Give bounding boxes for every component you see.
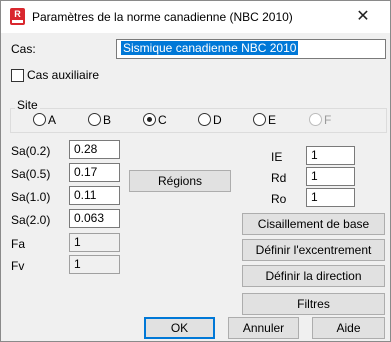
sa-0-2-label: Sa(0.2) <box>11 144 51 158</box>
fv-value: 1 <box>69 255 120 274</box>
sa-0-5-label: Sa(0.5) <box>11 167 51 181</box>
ro-label: Ro <box>271 192 287 206</box>
radio-selected-dot <box>147 117 152 122</box>
filters-button[interactable]: Filtres <box>242 293 385 315</box>
site-radio-d-label: D <box>213 113 222 127</box>
sa-2-0-input[interactable]: 0.063 <box>69 209 120 228</box>
app-logo-icon: R <box>10 8 25 25</box>
aux-case-checkbox[interactable] <box>11 69 24 82</box>
sa-1-0-label: Sa(1.0) <box>11 190 51 204</box>
site-group-label: Site <box>15 98 40 112</box>
regions-button[interactable]: Régions <box>129 170 231 192</box>
base-shear-button[interactable]: Cisaillement de base <box>242 213 385 235</box>
define-eccentricity-button[interactable]: Définir l'excentrement <box>242 239 385 261</box>
ro-input[interactable]: 1 <box>306 188 355 207</box>
case-name-value: Sismique canadienne NBC 2010 <box>121 41 299 55</box>
site-radio-f-label: F <box>324 113 332 127</box>
site-radio-f <box>309 113 322 126</box>
ok-button[interactable]: OK <box>144 317 215 339</box>
sa-0-5-input[interactable]: 0.17 <box>69 163 120 182</box>
site-radio-b[interactable] <box>88 113 101 126</box>
close-icon[interactable]: ✕ <box>353 7 373 27</box>
title-bar: R Paramètres de la norme canadienne (NBC… <box>1 1 390 33</box>
rd-input[interactable]: 1 <box>306 167 355 186</box>
site-radio-b-label: B <box>103 113 112 127</box>
cancel-button[interactable]: Annuler <box>228 317 299 339</box>
define-direction-button[interactable]: Définir la direction <box>242 265 385 287</box>
site-radio-c[interactable] <box>143 113 156 126</box>
site-radio-e-label: E <box>268 113 277 127</box>
fa-value: 1 <box>69 233 120 252</box>
window-title: Paramètres de la norme canadienne (NBC 2… <box>32 10 293 24</box>
site-radio-a-label: A <box>48 113 57 127</box>
ie-input[interactable]: 1 <box>306 146 355 165</box>
site-radio-c-label: C <box>158 113 167 127</box>
sa-0-2-input[interactable]: 0.28 <box>69 140 120 159</box>
fa-label: Fa <box>11 237 26 251</box>
sa-1-0-input[interactable]: 0.11 <box>69 186 120 205</box>
case-name-field[interactable]: Sismique canadienne NBC 2010 <box>116 39 386 59</box>
sa-2-0-label: Sa(2.0) <box>11 213 51 227</box>
dialog-window: R Paramètres de la norme canadienne (NBC… <box>0 0 391 342</box>
site-radio-e[interactable] <box>253 113 266 126</box>
rd-label: Rd <box>271 171 287 185</box>
fv-label: Fv <box>11 259 25 273</box>
case-label: Cas: <box>11 42 36 56</box>
help-button[interactable]: Aide <box>312 317 385 339</box>
site-radio-d[interactable] <box>198 113 211 126</box>
ie-label: IE <box>271 150 283 164</box>
aux-case-label: Cas auxiliaire <box>27 68 100 82</box>
site-radio-a[interactable] <box>33 113 46 126</box>
